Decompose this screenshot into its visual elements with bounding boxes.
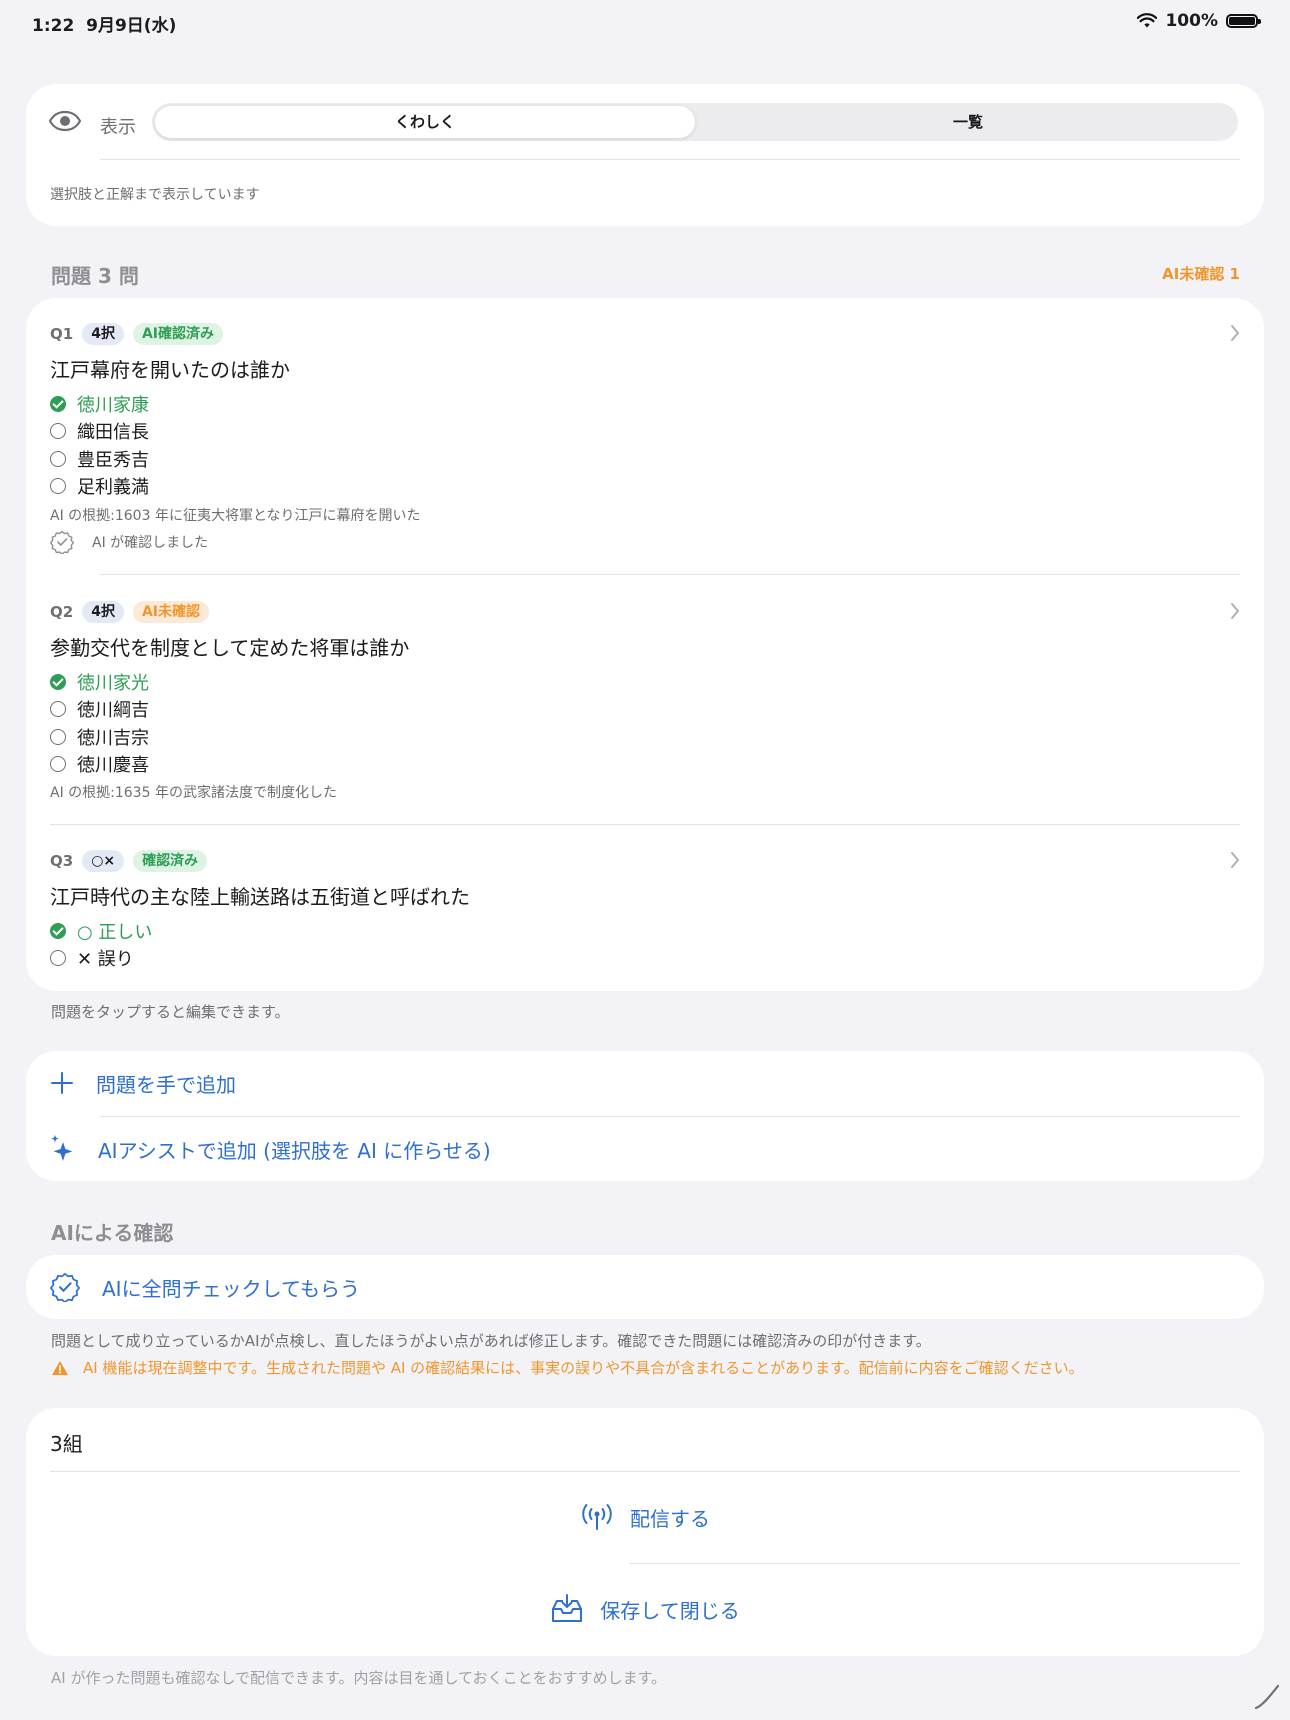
question-type-badge: 4択 — [82, 323, 124, 345]
choice: 徳川吉宗 — [50, 723, 149, 751]
plus-icon — [51, 1072, 73, 1094]
status-bar: 1:22 9月9日(水) 100% — [32, 8, 1261, 36]
questions-count-title: 問題 3 問 — [51, 264, 139, 288]
question-type-badge: 4択 — [82, 601, 124, 623]
ai-check-card: AIに全問チェックしてもらう — [26, 1255, 1264, 1319]
choice: 足利義満 — [50, 473, 149, 501]
choice-list: 徳川家光 徳川綱吉 徳川吉宗 徳川慶喜 — [50, 668, 149, 778]
display-note: 選択肢と正解まで表示しています — [50, 187, 260, 203]
radio-empty-icon — [50, 756, 66, 773]
questions-card: Q1 4択 AI確認済み 江戸幕府を開いたのは誰か 徳川家康 織田信長 豊臣秀吉… — [26, 298, 1264, 991]
ai-unconfirmed-count[interactable]: AI未確認 1 — [1162, 263, 1240, 284]
question-number: Q2 — [50, 603, 74, 621]
pencil-indicator-icon — [1254, 1684, 1280, 1710]
status-badge: AI未確認 — [132, 601, 209, 623]
chevron-right-icon — [1231, 852, 1240, 868]
battery-percent: 100% — [1165, 11, 1218, 31]
status-badge: AI確認済み — [132, 323, 223, 345]
question-text: 参勤交代を制度として定めた将軍は誰か — [50, 636, 410, 660]
tap-hint: 問題をタップすると編集できます。 — [51, 1003, 290, 1021]
verified-seal-icon — [50, 530, 74, 554]
display-label: 表示 — [100, 117, 136, 138]
ai-warning: AI 機能は現在調整中です。生成された問題や AI の確認結果には、事実の誤りや… — [51, 1357, 1084, 1378]
radio-empty-icon — [50, 450, 66, 467]
radio-empty-icon — [50, 478, 66, 495]
divider — [100, 574, 1240, 575]
question-item-q1[interactable]: Q1 4択 AI確認済み 江戸幕府を開いたのは誰か 徳川家康 織田信長 豊臣秀吉… — [26, 322, 1264, 572]
check-circle-icon — [50, 673, 66, 690]
question-type-badge: ○× — [82, 850, 125, 872]
divider — [629, 1563, 1240, 1564]
segment-detail[interactable]: くわしく — [155, 106, 695, 138]
battery-icon — [1226, 14, 1261, 28]
choice: ✕ 誤り — [50, 945, 152, 973]
question-number: Q3 — [50, 852, 74, 870]
divider — [50, 824, 1240, 825]
display-segmented-control[interactable]: くわしく 一覧 — [152, 103, 1238, 141]
choice: 徳川綱吉 — [50, 696, 149, 724]
radio-empty-icon — [50, 950, 66, 967]
segment-list[interactable]: 一覧 — [698, 103, 1238, 141]
save-close-button[interactable]: 保存して閉じる — [26, 1584, 1264, 1634]
radio-empty-icon — [50, 728, 66, 745]
radio-empty-icon — [50, 423, 66, 440]
display-mode-card: 表示 くわしく 一覧 選択肢と正解まで表示しています — [26, 84, 1264, 226]
sparkles-icon — [51, 1135, 73, 1161]
ai-check-section-title: AIによる確認 — [51, 1221, 174, 1245]
ai-check-description: 問題として成り立っているかAIが点検し、直したほうがよい点があれば修正します。確… — [51, 1332, 931, 1350]
question-text: 江戸幕府を開いたのは誰か — [50, 358, 290, 382]
status-badge: 確認済み — [133, 850, 208, 872]
ai-reason: AI の根拠:1635 年の武家諸法度で制度化した — [50, 785, 337, 801]
class-name: 3組 — [50, 1432, 83, 1456]
divider — [100, 1116, 1240, 1117]
choice-correct: ○ 正しい — [50, 917, 152, 945]
question-item-q3[interactable]: Q3 ○× 確認済み 江戸時代の主な陸上輸送路は五街道と呼ばれた ○ 正しい ✕… — [26, 849, 1264, 979]
ai-reason: AI の根拠:1603 年に征夷大将軍となり江戸に幕府を開いた — [50, 508, 421, 524]
divider — [100, 159, 1240, 160]
choice-list: ○ 正しい ✕ 誤り — [50, 917, 152, 972]
radio-empty-icon — [50, 701, 66, 718]
tray-download-icon — [552, 1594, 583, 1622]
check-circle-icon — [50, 395, 66, 412]
choice-correct: 徳川家光 — [50, 668, 149, 696]
distribution-card: 3組 配信する 保存して閉じる — [26, 1408, 1264, 1656]
warning-triangle-icon — [52, 1360, 68, 1375]
add-question-card: 問題を手で追加 AIアシストで追加 (選択肢を AI に作らせる) — [26, 1051, 1264, 1181]
status-time-date: 1:22 9月9日(水) — [32, 16, 177, 36]
check-circle-icon — [50, 922, 66, 939]
choice: 徳川慶喜 — [50, 751, 149, 779]
add-ai-assist-button[interactable]: AIアシストで追加 (選択肢を AI に作らせる) — [50, 1129, 491, 1169]
choice-correct: 徳川家康 — [50, 390, 149, 418]
choice: 織田信長 — [50, 418, 149, 446]
chevron-right-icon — [1231, 603, 1240, 619]
divider — [50, 1471, 1240, 1472]
ai-confirmed-row: AI が確認しました — [50, 530, 208, 554]
add-manual-button[interactable]: 問題を手で追加 — [50, 1063, 236, 1103]
choice: 豊臣秀吉 — [50, 445, 149, 473]
eye-icon — [48, 110, 82, 132]
question-item-q2[interactable]: Q2 4択 AI未確認 参勤交代を制度として定めた将軍は誰か 徳川家光 徳川綱吉… — [26, 600, 1264, 820]
question-text: 江戸時代の主な陸上輸送路は五街道と呼ばれた — [50, 885, 470, 909]
wifi-icon — [1137, 13, 1158, 28]
ai-check-all-button[interactable]: AIに全問チェックしてもらう — [50, 1267, 360, 1307]
distribute-button[interactable]: 配信する — [26, 1492, 1264, 1542]
choice-list: 徳川家康 織田信長 豊臣秀吉 足利義満 — [50, 390, 149, 500]
verified-seal-icon — [50, 1272, 80, 1302]
footnote: AI が作った問題も確認なしで配信できます。内容は目を通しておくことをおすすめし… — [51, 1669, 667, 1687]
broadcast-icon — [582, 1504, 612, 1530]
chevron-right-icon — [1231, 325, 1240, 341]
question-number: Q1 — [50, 325, 74, 343]
